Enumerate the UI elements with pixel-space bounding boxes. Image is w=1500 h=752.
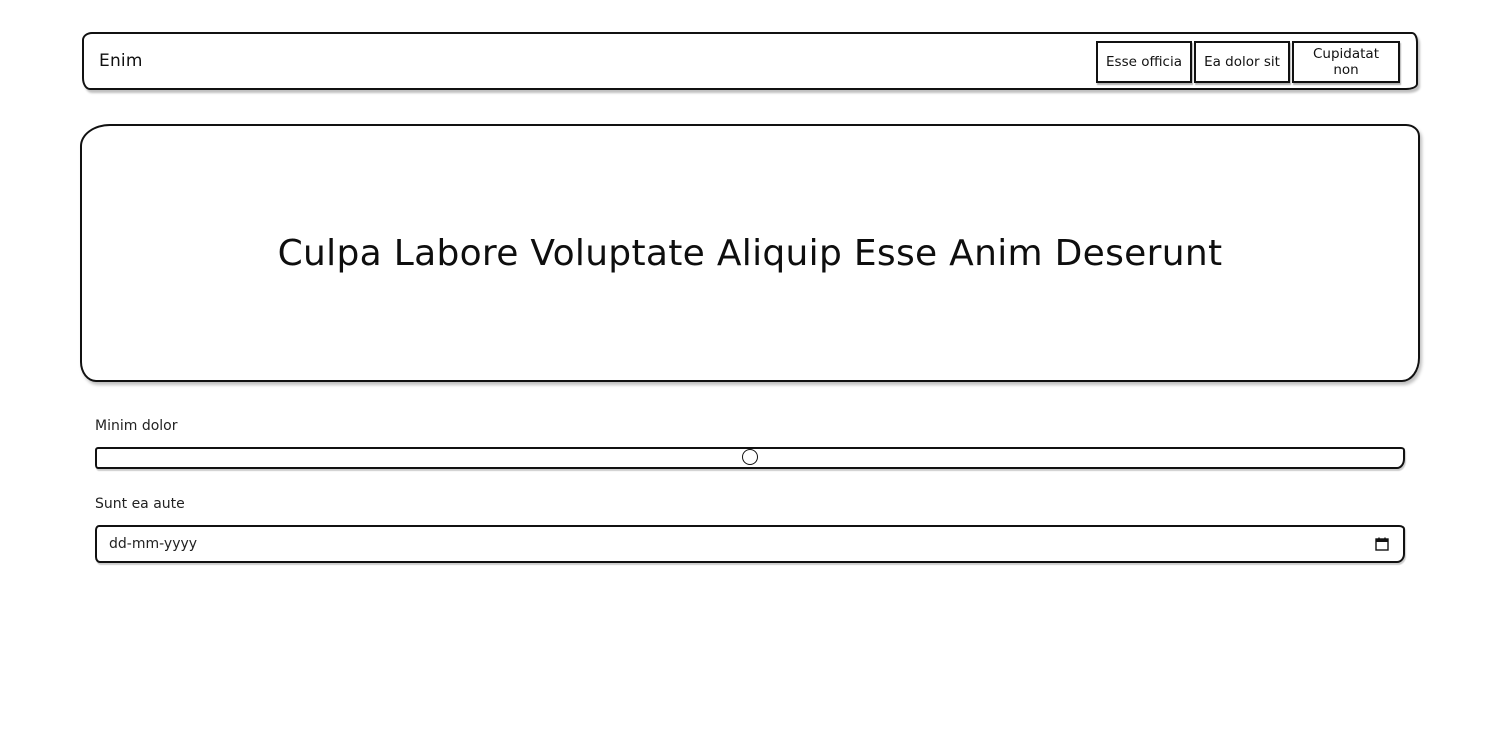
brand-label[interactable]: Enim [99, 51, 143, 71]
slider-thumb[interactable] [742, 449, 758, 465]
date-label: Sunt ea aute [95, 496, 185, 512]
page: Enim Esse officia Ea dolor sit Cupidatat… [0, 0, 1500, 752]
navbar: Enim Esse officia Ea dolor sit Cupidatat… [82, 32, 1418, 90]
hero-panel: Culpa Labore Voluptate Aliquip Esse Anim… [80, 124, 1420, 382]
slider-label: Minim dolor [95, 418, 178, 434]
date-placeholder: dd-mm-yyyy [109, 536, 198, 552]
hero-title: Culpa Labore Voluptate Aliquip Esse Anim… [277, 232, 1223, 274]
date-input[interactable]: dd-mm-yyyy [95, 525, 1405, 563]
calendar-icon[interactable] [1375, 537, 1389, 551]
nav-button-esse-officia[interactable]: Esse officia [1096, 41, 1192, 83]
nav-button-group: Esse officia Ea dolor sit Cupidatat non [1096, 41, 1400, 83]
range-slider[interactable] [95, 447, 1405, 469]
nav-button-ea-dolor-sit[interactable]: Ea dolor sit [1194, 41, 1290, 83]
nav-button-cupidatat-non[interactable]: Cupidatat non [1292, 41, 1400, 83]
